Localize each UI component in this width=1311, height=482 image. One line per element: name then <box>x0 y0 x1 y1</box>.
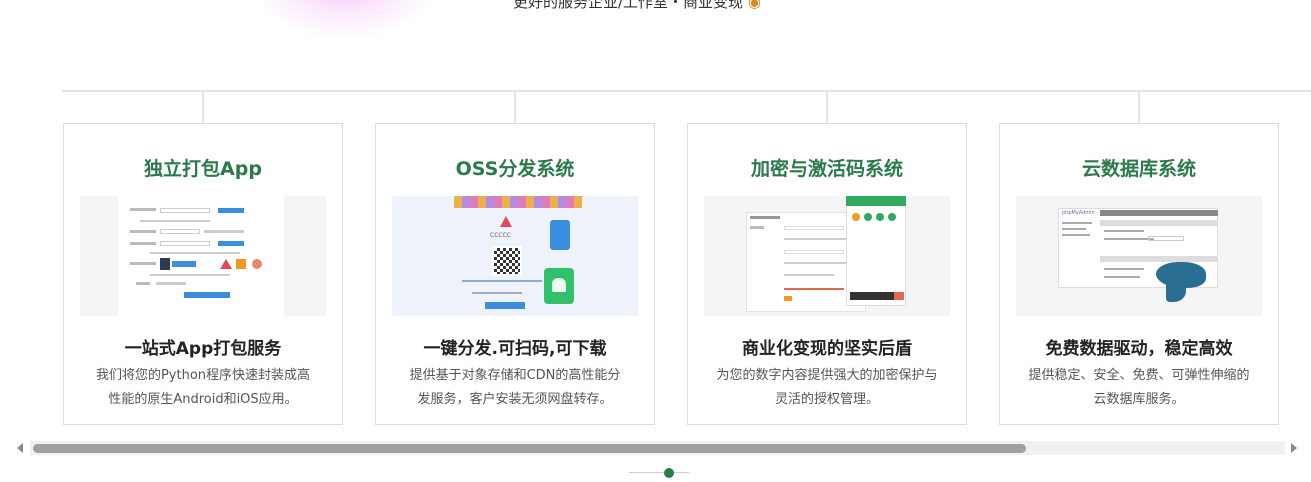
card-description: 提供基于对象存储和CDN的高性能分 发服务，客户安装无须网盘转存。 <box>394 364 636 412</box>
card-description: 提供稳定、安全、免费、可弹性伸缩的 云数据库服务。 <box>1018 364 1260 412</box>
timeline-connector <box>202 92 204 124</box>
timeline-connector <box>514 92 516 124</box>
timeline-connector <box>1138 92 1140 124</box>
card-description-line: 性能的原生Android和iOS应用。 <box>108 392 298 407</box>
db-logo-text: phpMyAdmin <box>1062 210 1095 216</box>
oss-distribution-screenshot: CCCCC <box>392 196 638 316</box>
horizontal-scrollbar-thumb[interactable] <box>33 444 1026 453</box>
pager-dot-active[interactable] <box>664 468 674 478</box>
card-description-line: 云数据库服务。 <box>1093 392 1185 407</box>
tagline-text: 更好的服务企业/工作室・商业变现 <box>513 0 744 11</box>
money-bag-icon: ◉ <box>747 0 761 11</box>
features-section: 更好的服务企业/工作室・商业变现 ◉ 独立打包App 一站式App打包服务 我们… <box>0 0 1311 482</box>
card-title: 加密与激活码系统 <box>750 158 903 180</box>
card-title: 独立打包App <box>144 158 262 180</box>
card-heading: 免费数据驱动，稳定高效 <box>1045 339 1233 359</box>
cloud-database-screenshot: phpMyAdmin <box>1016 196 1262 316</box>
card-heading: 一站式App打包服务 <box>124 339 282 359</box>
timeline-line <box>62 90 1311 92</box>
card-description-line: 发服务，客户安装无须网盘转存。 <box>417 392 613 407</box>
card-description: 我们将您的Python程序快速封装成高 性能的原生Android和iOS应用。 <box>82 364 324 412</box>
card-description-line: 提供稳定、安全、免费、可弹性伸缩的 <box>1028 368 1250 383</box>
card-description: 为您的数字内容提供强大的加密保护与 灵活的授权管理。 <box>706 364 948 412</box>
app-packaging-screenshot <box>80 196 326 316</box>
card-description-line: 我们将您的Python程序快速封装成高 <box>95 368 311 383</box>
card-title: 云数据库系统 <box>1081 158 1196 180</box>
encryption-screenshot <box>704 196 950 316</box>
scroll-left-arrow-icon[interactable] <box>17 443 23 453</box>
card-heading: 商业化变现的坚实后盾 <box>742 339 912 359</box>
card-heading: 一键分发.可扫码,可下载 <box>423 339 607 359</box>
feature-card-cloud-database[interactable]: 云数据库系统 phpMyAdmin 免费数据驱动，稳定高效 提供稳定、安全、免费… <box>999 123 1279 425</box>
feature-card-encryption[interactable]: 加密与激活码系统 商业化变现的坚实后盾 为您的数字内容提供强大的加密保护与 灵活… <box>687 123 967 425</box>
timeline-connector <box>826 92 828 124</box>
card-description-line: 灵活的授权管理。 <box>774 392 879 407</box>
decorative-glow <box>250 0 440 40</box>
oss-logo-text: CCCCC <box>490 232 511 239</box>
pager-line <box>629 472 689 473</box>
section-tagline: 更好的服务企业/工作室・商业变现 ◉ <box>513 0 761 12</box>
feature-card-app-packaging[interactable]: 独立打包App 一站式App打包服务 我们将您的Python程序快速封装成高 性… <box>63 123 343 425</box>
card-description-line: 提供基于对象存储和CDN的高性能分 <box>409 368 621 383</box>
feature-card-oss-distribution[interactable]: OSS分发系统 CCCCC 一键分发.可扫码,可下载 提供基于对象存储和CDN的… <box>375 123 655 425</box>
scroll-right-arrow-icon[interactable] <box>1291 443 1297 453</box>
card-description-line: 为您的数字内容提供强大的加密保护与 <box>716 368 938 383</box>
card-title: OSS分发系统 <box>455 158 575 180</box>
